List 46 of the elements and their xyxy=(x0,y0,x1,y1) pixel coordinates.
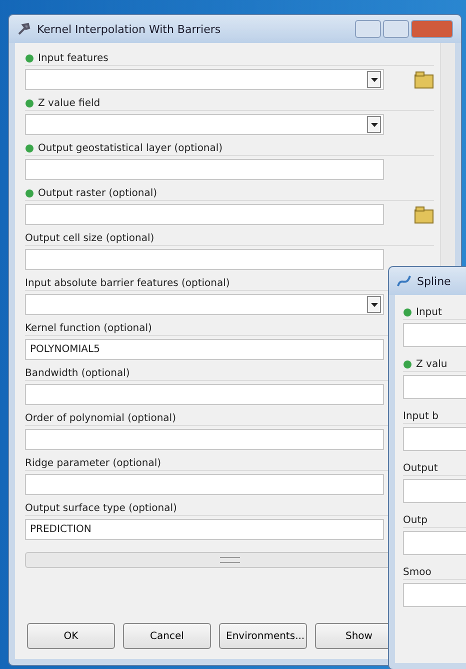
parameter-label: Input xyxy=(416,306,442,318)
input-field[interactable] xyxy=(403,427,466,451)
parameter-label: Z valu xyxy=(416,358,448,370)
folder-icon[interactable] xyxy=(414,70,434,88)
input-field[interactable] xyxy=(25,249,384,270)
dropdown-field[interactable]: POLYNOMIAL5 xyxy=(25,339,384,360)
parameter-label: Output xyxy=(403,462,438,474)
parameter-label: Z value field xyxy=(38,98,100,108)
parameter-label: Output geostatistical layer (optional) xyxy=(38,142,223,154)
input-field[interactable] xyxy=(403,531,466,555)
parameter-label: Ridge parameter (optional) xyxy=(25,458,162,468)
parameter-label: Input features xyxy=(38,52,108,64)
input-field[interactable] xyxy=(403,583,466,607)
maximize-button[interactable] xyxy=(383,20,409,38)
input-field[interactable] xyxy=(25,159,384,180)
window-title: Kernel Interpolation With Barriers xyxy=(37,22,221,36)
parameter-label: Outp xyxy=(403,514,428,526)
minimize-button[interactable] xyxy=(355,20,381,38)
parameter-label: Smoo xyxy=(403,566,432,578)
spline-icon xyxy=(397,274,411,288)
parameter-label: Output raster (optional) xyxy=(38,188,158,198)
parameter-label: Output cell size (optional) xyxy=(25,232,154,244)
dialog-button[interactable]: OK xyxy=(27,623,115,649)
parameter-label: Input absolute barrier features (optional) xyxy=(25,278,230,288)
parameter-label: Input b xyxy=(403,410,438,422)
input-field[interactable] xyxy=(25,384,384,405)
dropdown-field[interactable]: PREDICTION xyxy=(25,519,384,540)
parameter-label: Output surface type (optional) xyxy=(25,502,177,514)
input-field[interactable] xyxy=(403,479,466,503)
input-field[interactable] xyxy=(403,375,466,399)
window-title: Spline xyxy=(417,274,451,288)
input-field[interactable] xyxy=(25,429,384,450)
close-button[interactable] xyxy=(411,20,453,38)
parameter-label: Bandwidth (optional) xyxy=(25,368,130,378)
input-field[interactable] xyxy=(25,474,384,495)
dropdown-field[interactable] xyxy=(25,114,384,135)
folder-icon[interactable] xyxy=(414,206,434,224)
dropdown-field[interactable] xyxy=(25,294,384,315)
input-field[interactable] xyxy=(403,323,466,347)
dropdown-field[interactable] xyxy=(25,69,384,90)
parameter-label: Kernel function (optional) xyxy=(25,322,152,334)
parameter-label: Order of polynomial (optional) xyxy=(25,412,176,424)
dialog-button[interactable]: Environments... xyxy=(219,623,307,649)
dialog-button[interactable]: Cancel xyxy=(123,623,211,649)
hammer-icon xyxy=(17,22,31,36)
input-field[interactable] xyxy=(25,204,384,225)
